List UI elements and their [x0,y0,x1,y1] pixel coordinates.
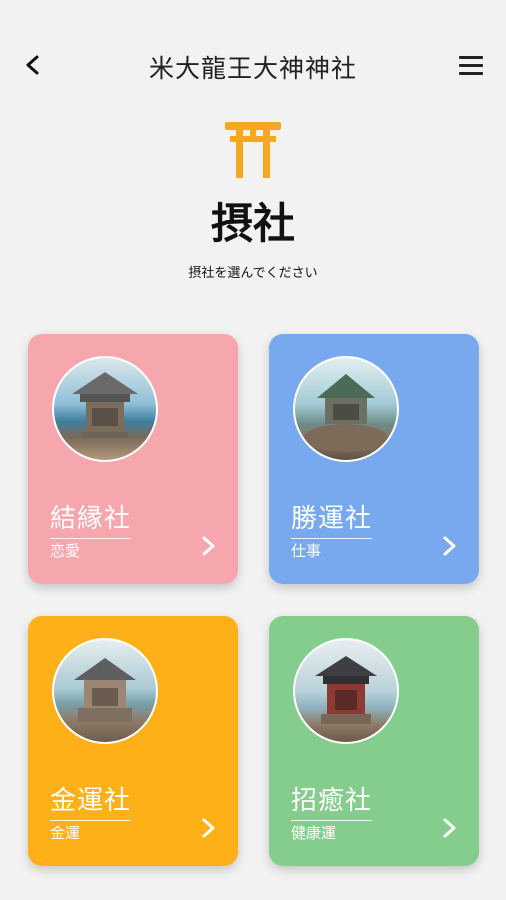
shrine-card-shounsha[interactable]: 勝運社 仕事 [269,334,479,584]
torii-gate-icon [225,122,281,178]
page-subtitle: 摂社を選んでください [188,266,318,281]
shrine-name: 招癒社 [291,780,373,821]
shrine-building-image [74,658,136,722]
shrine-benefit: 仕事 [291,542,322,560]
hamburger-menu-icon [459,56,483,59]
shrine-photo [52,356,158,462]
shrine-building-image [72,372,138,438]
chevron-left-icon [26,55,39,75]
app-header: 米大龍王大神神社 [0,0,506,120]
shrine-title: 米大龍王大神神社 [148,54,357,83]
shrine-name: 金運社 [50,780,132,821]
shrine-card-kechienja[interactable]: 結縁社 恋愛 [28,334,238,584]
shrine-card-shouyusha[interactable]: 招癒社 健康運 [269,616,479,866]
shrine-building-image [304,374,388,452]
chevron-right-icon [443,818,456,838]
chevron-right-icon [443,536,456,556]
back-button[interactable] [18,50,48,80]
shrine-photo [293,638,399,744]
shrine-benefit: 恋愛 [50,542,81,560]
shrine-photo [293,356,399,462]
shrine-benefit: 健康運 [291,824,337,842]
shrine-name: 結縁社 [50,498,132,539]
chevron-right-icon [202,818,215,838]
menu-button[interactable] [456,51,486,81]
chevron-right-icon [202,536,215,556]
shrine-benefit: 金運 [50,824,81,842]
shrine-photo [52,638,158,744]
shrine-building-image [315,656,377,724]
shrine-card-kinunsha[interactable]: 金運社 金運 [28,616,238,866]
shrine-name: 勝運社 [291,498,373,539]
page-title: 摂社 [210,199,295,248]
